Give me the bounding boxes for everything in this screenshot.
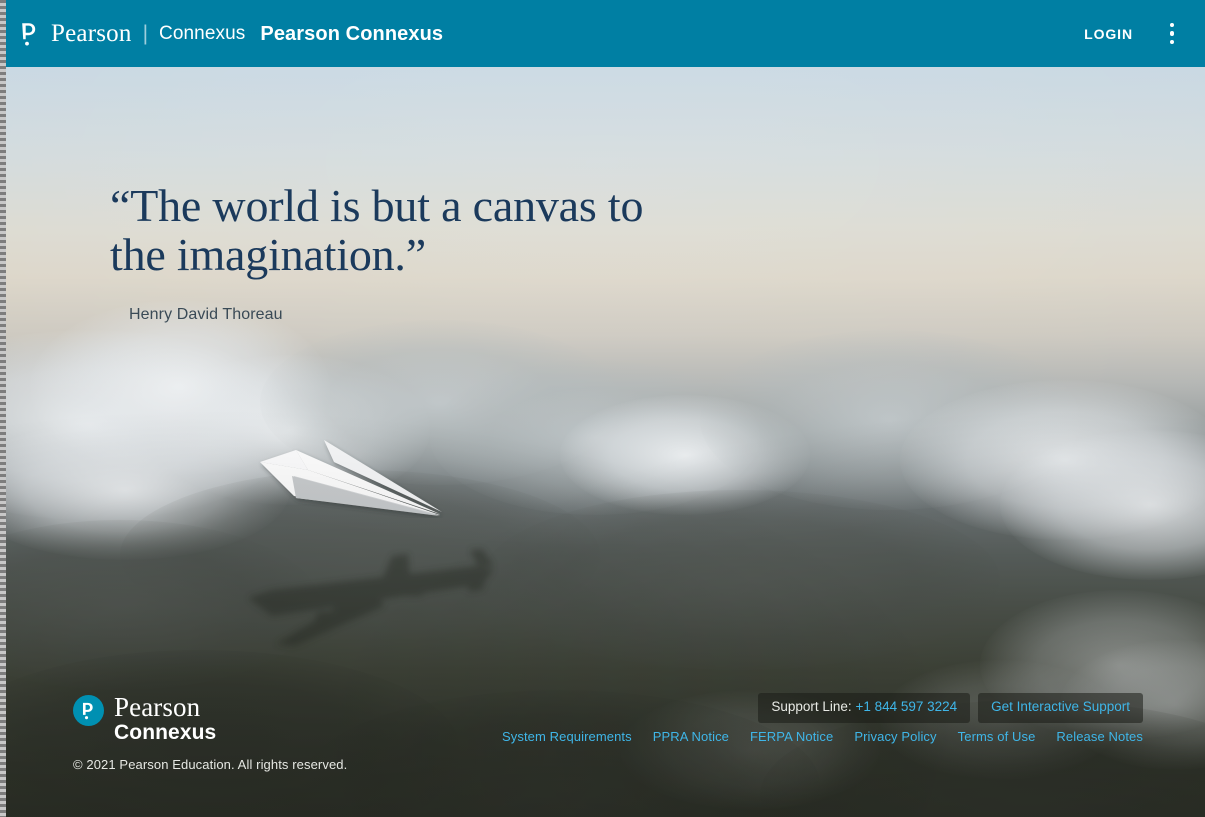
support-line-button[interactable]: Support Line: +1 844 597 3224 bbox=[758, 693, 971, 723]
jet-shadow bbox=[248, 549, 494, 646]
brand-connexus-text: Connexus bbox=[159, 23, 246, 44]
footer-pearson-text: Pearson bbox=[114, 692, 201, 722]
footer-connexus-text: Connexus bbox=[114, 721, 217, 745]
footer-link-ppra-notice[interactable]: PPRA Notice bbox=[653, 729, 729, 744]
kebab-menu-icon[interactable] bbox=[1153, 14, 1191, 54]
brand-separator: | bbox=[142, 22, 149, 45]
support-actions: Support Line: +1 844 597 3224 Get Intera… bbox=[758, 693, 1143, 723]
browser-window-frame bbox=[0, 0, 6, 817]
paper-airplane-graphic bbox=[260, 440, 442, 516]
quote-text: “The world is but a canvas to the imagin… bbox=[110, 180, 644, 280]
pearson-circle-logo bbox=[73, 695, 104, 726]
footer-link-release-notes[interactable]: Release Notes bbox=[1056, 729, 1143, 744]
login-button[interactable]: LOGIN bbox=[1070, 16, 1147, 52]
get-interactive-support-button[interactable]: Get Interactive Support bbox=[978, 693, 1143, 723]
header-actions: LOGIN bbox=[1070, 14, 1191, 54]
copyright-text: © 2021 Pearson Education. All rights res… bbox=[73, 757, 348, 772]
pearson-interrobang-icon bbox=[22, 22, 36, 45]
footer-brand-logo[interactable]: Pearson Connexus bbox=[73, 693, 216, 745]
pearson-connexus-landing-page: Pearson | Connexus Pearson Connexus LOGI… bbox=[0, 0, 1205, 817]
quote-author: Henry David Thoreau bbox=[129, 305, 283, 323]
footer-link-terms-of-use[interactable]: Terms of Use bbox=[958, 729, 1036, 744]
page-title: Pearson Connexus bbox=[260, 22, 444, 45]
brand-pearson-text: Pearson bbox=[51, 20, 132, 47]
footer-links: System Requirements PPRA Notice FERPA No… bbox=[502, 729, 1143, 744]
footer-link-system-requirements[interactable]: System Requirements bbox=[502, 729, 632, 744]
pearson-interrobang-icon bbox=[82, 702, 93, 719]
hero-quote-block: “The world is but a canvas to the imagin… bbox=[110, 180, 770, 324]
support-line-label: Support Line: bbox=[771, 699, 852, 714]
support-phone-number[interactable]: +1 844 597 3224 bbox=[855, 699, 957, 714]
app-header: Pearson | Connexus Pearson Connexus LOGI… bbox=[0, 0, 1205, 67]
footer-link-ferpa-notice[interactable]: FERPA Notice bbox=[750, 729, 833, 744]
page-footer: Pearson Connexus © 2021 Pearson Educatio… bbox=[0, 687, 1205, 817]
footer-link-privacy-policy[interactable]: Privacy Policy bbox=[854, 729, 936, 744]
brand-logo[interactable]: Pearson | Connexus bbox=[18, 21, 245, 47]
